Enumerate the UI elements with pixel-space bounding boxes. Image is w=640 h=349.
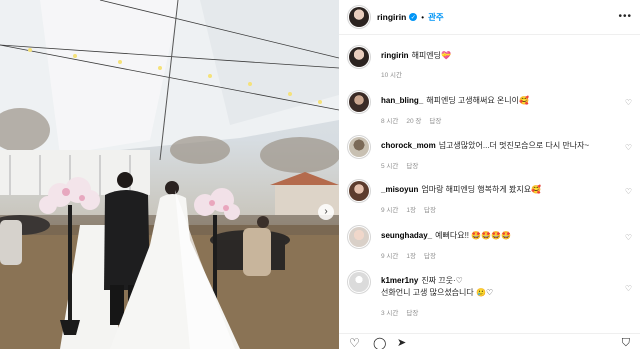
avatar[interactable]	[349, 227, 369, 247]
post-author-username[interactable]: ringirin	[377, 12, 406, 22]
heart-icon[interactable]: ♡	[625, 98, 632, 107]
comment-likes[interactable]: 1장	[406, 253, 416, 260]
share-icon[interactable]: ➤	[397, 336, 406, 349]
comment-text: _misoyun 엄마랑 해피엔딩 행복하게 봤지요🥰	[381, 184, 616, 196]
reply-button[interactable]: 답장	[429, 118, 441, 125]
post-side-panel: ringirin ✓ • 관주 ••• ringirin 해피엔딩💝 10 시간 …	[339, 0, 640, 349]
avatar[interactable]	[349, 181, 369, 201]
reply-button[interactable]: 답장	[406, 310, 418, 317]
comment-item: _misoyun 엄마랑 해피엔딩 행복하게 봤지요🥰 9 시간 1장 답장 ♡	[349, 181, 632, 214]
caption-emoji: 💝	[441, 51, 451, 60]
avatar[interactable]	[349, 7, 369, 27]
comment-likes[interactable]: 1장	[406, 207, 416, 214]
comment-meta: 9 시간 1장 답장	[381, 204, 444, 214]
comment-time: 9 시간	[381, 207, 399, 214]
comment-meta: 9 시간 1장 답장	[381, 250, 444, 260]
verified-icon: ✓	[409, 13, 418, 21]
comment-username[interactable]: seunghaday_	[381, 231, 432, 240]
comment-item: han_bling_ 해피엔딩 고생해써요 온니이🥰 8 시간 20 장 답장 ♡	[349, 92, 632, 125]
comment-username[interactable]: k1mer1ny	[381, 276, 418, 285]
comment-likes[interactable]: 20 장	[406, 118, 421, 125]
post-caption: ringirin 해피엔딩💝 10 시간	[349, 47, 632, 79]
comment-time: 3 시간	[381, 310, 399, 317]
follow-button[interactable]: 관주	[428, 11, 444, 23]
caption-time: 10 시간	[381, 72, 402, 79]
comment-text: chorock_mom 넘고생많았어...더 멋진모습으로 다시 만나자~	[381, 140, 616, 152]
bookmark-icon[interactable]: ⛉	[622, 336, 630, 349]
heart-icon[interactable]: ♡	[625, 284, 632, 293]
comment-meta: 3 시간 답장	[381, 307, 426, 317]
separator-dot: •	[421, 12, 425, 22]
more-icon[interactable]: •••	[618, 11, 632, 22]
reply-button[interactable]: 답장	[406, 163, 418, 170]
comment-time: 8 시간	[381, 118, 399, 125]
heart-icon[interactable]: ♡	[625, 187, 632, 196]
action-bar: ♡ ◯ ➤ ⛉	[339, 333, 640, 349]
comment-item: seunghaday_ 예뻐다요!! 🤩🤩🤩🤩 9 시간 1장 답장 ♡	[349, 227, 632, 260]
comment-username[interactable]: han_bling_	[381, 96, 423, 105]
caption-username[interactable]: ringirin	[381, 51, 409, 60]
comment-meta: 8 시간 20 장 답장	[381, 115, 449, 125]
carousel-next-icon[interactable]: ›	[318, 204, 334, 220]
heart-icon[interactable]: ♡	[625, 143, 632, 152]
reply-button[interactable]: 답장	[424, 207, 436, 214]
comment-item: k1mer1ny 진짜 끄웃·♡ 선화언니 고생 많으셨습니다 🥲♡ 3 시간 답장…	[349, 272, 632, 318]
wedding-scene-illustration	[0, 0, 339, 349]
comment-username[interactable]: chorock_mom	[381, 141, 436, 150]
avatar[interactable]	[349, 47, 369, 67]
avatar[interactable]	[349, 92, 369, 112]
caption-text: ringirin 해피엔딩💝	[381, 50, 616, 62]
comment-text: seunghaday_ 예뻐다요!! 🤩🤩🤩🤩	[381, 230, 616, 242]
comment-username[interactable]: _misoyun	[381, 185, 418, 194]
caption-meta: 10 시간	[381, 69, 410, 79]
avatar[interactable]	[349, 272, 369, 292]
comment-time: 5 시간	[381, 163, 399, 170]
post-header: ringirin ✓ • 관주 •••	[339, 0, 640, 35]
comment-body: 엄마랑 해피엔딩 행복하게 봤지요🥰	[421, 185, 542, 194]
heart-icon[interactable]: ♡	[349, 336, 360, 349]
comment-body: 넘고생많았어...더 멋진모습으로 다시 만나자~	[438, 141, 590, 150]
reply-button[interactable]: 답장	[424, 253, 436, 260]
post-photo[interactable]: ›	[0, 0, 339, 349]
comment-body: 예뻐다요!! 🤩🤩🤩🤩	[435, 231, 512, 240]
comment-text: k1mer1ny 진짜 끄웃·♡ 선화언니 고생 많으셨습니다 🥲♡	[381, 275, 616, 299]
comment-item: chorock_mom 넘고생많았어...더 멋진모습으로 다시 만나자~ 5 시…	[349, 137, 632, 170]
comment-text: han_bling_ 해피엔딩 고생해써요 온니이🥰	[381, 95, 616, 107]
comment-meta: 5 시간 답장	[381, 160, 426, 170]
caption-body: 해피엔딩	[411, 51, 442, 60]
avatar[interactable]	[349, 137, 369, 157]
comment-time: 9 시간	[381, 253, 399, 260]
heart-icon[interactable]: ♡	[625, 233, 632, 242]
comment-icon[interactable]: ◯	[373, 336, 386, 349]
comment-body: 해피엔딩 고생해써요 온니이🥰	[426, 96, 529, 105]
